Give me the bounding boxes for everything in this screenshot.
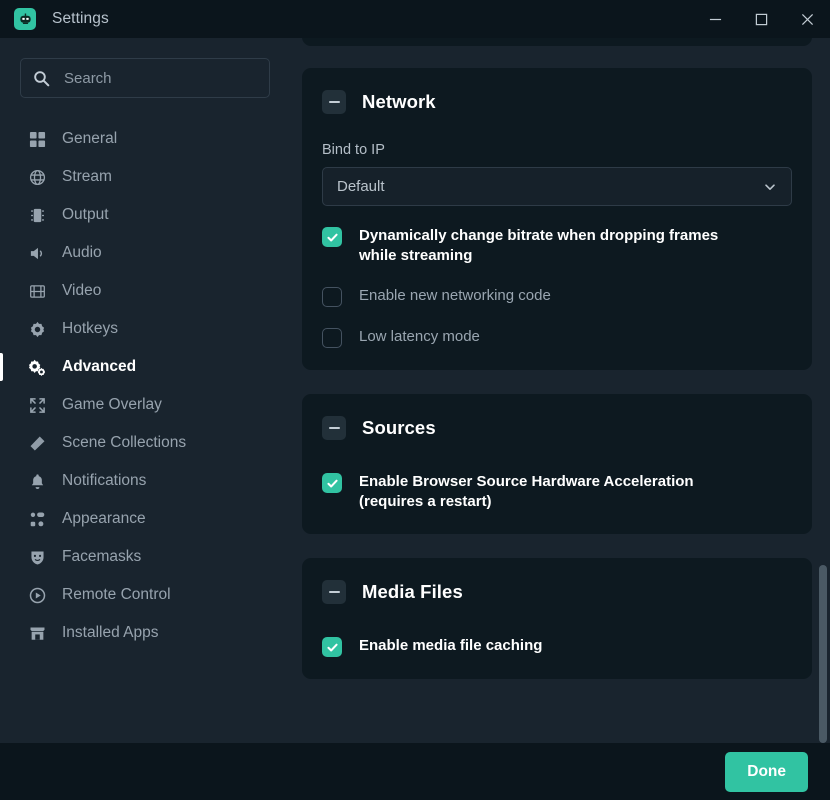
checkbox-checked-icon[interactable]	[322, 473, 342, 493]
sidebar-item-scene-collections[interactable]: Scene Collections	[0, 424, 290, 462]
window-title: Settings	[52, 10, 109, 28]
sidebar-item-label: Hotkeys	[62, 320, 118, 338]
streamlabs-logo-icon	[14, 8, 36, 30]
section-card-media-files: Media Files Enable media file caching	[302, 558, 812, 679]
checkbox-label: Enable new networking code	[359, 286, 551, 306]
done-button[interactable]: Done	[725, 752, 808, 792]
content-scrollbar[interactable]	[819, 38, 827, 743]
play-circle-icon	[26, 585, 48, 605]
checkbox-row-dynamic-bitrate[interactable]: Dynamically change bitrate when dropping…	[322, 226, 792, 266]
checkbox-row-new-networking-code[interactable]: Enable new networking code	[322, 286, 792, 307]
scrollbar-thumb[interactable]	[819, 565, 827, 743]
settings-sidebar: General Stream	[0, 38, 290, 743]
checkbox-unchecked-icon[interactable]	[322, 328, 342, 348]
bell-icon	[26, 471, 48, 491]
sidebar-item-label: General	[62, 130, 117, 148]
sidebar-item-label: Stream	[62, 168, 112, 186]
globe-icon	[26, 167, 48, 187]
checkbox-label: Enable media file caching	[359, 636, 542, 656]
sidebar-item-label: Output	[62, 206, 109, 224]
section-title: Network	[362, 91, 436, 113]
chip-icon	[26, 205, 48, 225]
checkbox-checked-icon[interactable]	[322, 227, 342, 247]
footer-bar: Done	[0, 743, 830, 800]
sidebar-item-label: Installed Apps	[62, 624, 159, 642]
mask-icon	[26, 547, 48, 567]
search-field[interactable]	[20, 58, 270, 98]
bind-to-ip-select[interactable]: Default	[322, 167, 792, 206]
search-input[interactable]	[64, 70, 257, 87]
scroll-area[interactable]: Network Bind to IP Default	[290, 38, 830, 743]
settings-window: Settings	[0, 0, 830, 800]
checkbox-label: Low latency mode	[359, 327, 480, 347]
section-header-media-files: Media Files	[322, 558, 792, 608]
sidebar-item-label: Appearance	[62, 510, 146, 528]
appearance-icon	[26, 509, 48, 529]
previous-section-card-partial	[302, 38, 812, 46]
sidebar-item-stream[interactable]: Stream	[0, 158, 290, 196]
section-card-sources: Sources Enable Browser Source Hardware A…	[302, 394, 812, 534]
checkbox-checked-icon[interactable]	[322, 637, 342, 657]
sidebar-item-output[interactable]: Output	[0, 196, 290, 234]
sidebar-item-general[interactable]: General	[0, 120, 290, 158]
bind-to-ip-value: Default	[337, 178, 385, 195]
sidebar-item-facemasks[interactable]: Facemasks	[0, 538, 290, 576]
settings-content: Network Bind to IP Default	[290, 38, 830, 743]
store-icon	[26, 623, 48, 643]
sidebar-item-video[interactable]: Video	[0, 272, 290, 310]
sidebar-item-label: Advanced	[62, 358, 136, 376]
sidebar-item-remote-control[interactable]: Remote Control	[0, 576, 290, 614]
search-icon	[33, 70, 50, 87]
speaker-icon	[26, 243, 48, 263]
section-title: Media Files	[362, 581, 463, 603]
checkbox-label: Dynamically change bitrate when dropping…	[359, 226, 754, 266]
grid-icon	[26, 129, 48, 149]
sidebar-item-label: Scene Collections	[62, 434, 186, 452]
sidebar-item-label: Audio	[62, 244, 102, 262]
close-icon[interactable]	[784, 0, 830, 38]
gears-icon	[26, 357, 48, 377]
sidebar-item-label: Remote Control	[62, 586, 171, 604]
checkbox-label: Enable Browser Source Hardware Accelerat…	[359, 472, 754, 512]
minus-icon[interactable]	[322, 580, 346, 604]
sidebar-item-advanced[interactable]: Advanced	[0, 348, 290, 386]
sidebar-item-appearance[interactable]: Appearance	[0, 500, 290, 538]
maximize-icon[interactable]	[738, 0, 784, 38]
sidebar-item-hotkeys[interactable]: Hotkeys	[0, 310, 290, 348]
sidebar-item-game-overlay[interactable]: Game Overlay	[0, 386, 290, 424]
sidebar-item-label: Game Overlay	[62, 396, 162, 414]
section-header-network: Network	[322, 68, 792, 118]
sidebar-item-audio[interactable]: Audio	[0, 234, 290, 272]
sidebar-item-label: Video	[62, 282, 101, 300]
title-bar: Settings	[0, 0, 830, 38]
wand-icon	[26, 433, 48, 453]
window-controls	[692, 0, 830, 38]
checkbox-unchecked-icon[interactable]	[322, 287, 342, 307]
expand-icon	[26, 395, 48, 415]
sidebar-item-label: Notifications	[62, 472, 146, 490]
sidebar-item-label: Facemasks	[62, 548, 141, 566]
bind-to-ip-label: Bind to IP	[322, 142, 792, 158]
minimize-icon[interactable]	[692, 0, 738, 38]
checkbox-row-media-file-caching[interactable]: Enable media file caching	[322, 636, 792, 657]
minus-icon[interactable]	[322, 416, 346, 440]
section-title: Sources	[362, 417, 436, 439]
minus-icon[interactable]	[322, 90, 346, 114]
chevron-down-icon	[763, 180, 777, 194]
sidebar-item-notifications[interactable]: Notifications	[0, 462, 290, 500]
window-body: General Stream	[0, 38, 830, 743]
sidebar-nav: General Stream	[0, 118, 290, 652]
checkbox-row-low-latency-mode[interactable]: Low latency mode	[322, 327, 792, 348]
checkbox-row-browser-hw-accel[interactable]: Enable Browser Source Hardware Accelerat…	[322, 472, 792, 512]
film-icon	[26, 281, 48, 301]
section-header-sources: Sources	[322, 394, 792, 444]
section-card-network: Network Bind to IP Default	[302, 68, 812, 370]
sidebar-item-installed-apps[interactable]: Installed Apps	[0, 614, 290, 652]
gear-icon	[26, 319, 48, 339]
